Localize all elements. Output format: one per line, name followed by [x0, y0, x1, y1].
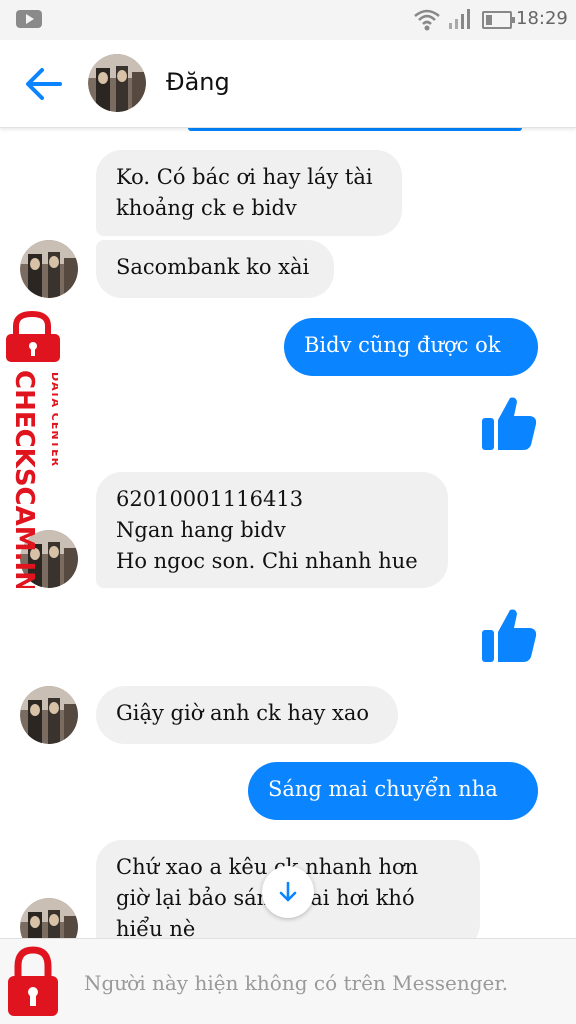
conversation-header: Đăng [0, 40, 576, 128]
message-bubble-outgoing[interactable]: Bidv cũng được ok [284, 318, 538, 376]
message-bubble-incoming[interactable]: 62010001116413 Ngan hang bidv Ho ngoc so… [96, 472, 448, 588]
status-time: 18:29 [516, 8, 568, 29]
status-bar: 18:29 [0, 0, 576, 40]
contact-name[interactable]: Đăng [166, 68, 230, 96]
wifi-icon [414, 9, 440, 31]
message-bubble-incoming[interactable]: Sacombank ko xài [96, 240, 334, 298]
message-bubble-outgoing[interactable]: Sáng mai chuyển nha [248, 762, 538, 820]
watermark-side: CHECKSCAM.INFO DATA CENTER [9, 368, 58, 588]
contact-avatar[interactable] [88, 54, 146, 112]
contact-avatar[interactable] [20, 240, 78, 298]
watermark-side-text: CHECKSCAM.INFO DATA CENTER [9, 370, 58, 588]
arrow-left-icon[interactable] [24, 66, 64, 102]
scroll-to-bottom-button[interactable] [262, 866, 314, 918]
thumbs-up-icon[interactable] [480, 394, 538, 452]
previous-message-edge [188, 128, 522, 131]
arrow-down-icon [279, 881, 297, 902]
watermark-data-center-vertical: DATA CENTER [49, 372, 58, 467]
padlock-icon [8, 946, 58, 1016]
watermark-brand-vertical: CHECKSCAM.INFO [9, 370, 39, 588]
battery-icon [482, 11, 515, 29]
watermark-bottom [0, 940, 576, 1024]
thumbs-up-icon[interactable] [480, 606, 538, 664]
signal-icon [449, 9, 470, 29]
contact-avatar[interactable] [20, 686, 78, 744]
youtube-icon [16, 10, 42, 28]
message-bubble-incoming[interactable]: Giậy giờ anh ck hay xao [96, 686, 398, 744]
message-bubble-incoming[interactable]: Ko. Có bác ơi hay láy tài khoảng ck e bi… [96, 150, 402, 236]
